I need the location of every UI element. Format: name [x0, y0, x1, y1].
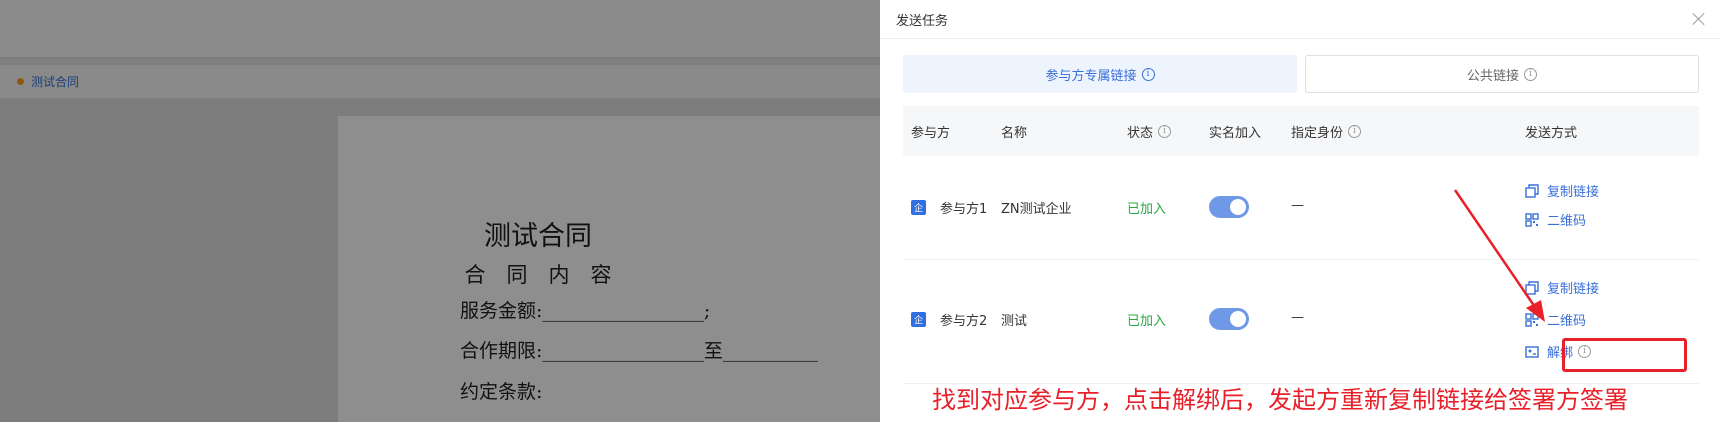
real-name-toggle[interactable] [1209, 196, 1249, 218]
background-tab: 测试合同 [0, 65, 880, 98]
participant-label: 参与方2 [940, 314, 988, 329]
info-icon[interactable]: i [1158, 124, 1172, 138]
copy-link-label: 复制链接 [1547, 185, 1600, 200]
real-name-toggle[interactable] [1209, 308, 1249, 330]
tab-exclusive-link-label: 参与方专属链接 [1045, 68, 1137, 84]
document-line-terms: 约定条款: [460, 381, 543, 403]
unbind-highlight-box [1562, 338, 1687, 372]
info-icon[interactable]: i [1348, 124, 1362, 138]
identity-value: — [1291, 198, 1304, 213]
table-row: 企 参与方1 ZN测试企业 已加入 — 复制链接 二维码 [903, 156, 1699, 260]
real-name-cell [1209, 196, 1249, 218]
tab-status-dot [17, 78, 24, 85]
copy-link-button[interactable]: 复制链接 [1525, 278, 1599, 297]
info-icon[interactable]: i [1141, 67, 1155, 81]
column-identity: 指定身份 i [1291, 122, 1362, 141]
drawer-title: 发送任务 [896, 13, 949, 29]
qrcode-icon [1525, 212, 1539, 227]
qrcode-button[interactable]: 二维码 [1525, 310, 1586, 329]
unbind-icon [1525, 345, 1539, 358]
participant-label: 参与方1 [940, 202, 988, 217]
participant-name: 测试 [1001, 314, 1028, 329]
document-line-amount: 服务金额:_________________; [460, 300, 711, 322]
participant-cell: 企 参与方1 [911, 198, 987, 217]
document-subtitle: 合 同 内 容 [464, 263, 612, 287]
column-status: 状态 i [1127, 122, 1172, 141]
qrcode-icon [1525, 312, 1539, 327]
column-real-name: 实名加入 [1209, 125, 1262, 141]
qrcode-label: 二维码 [1547, 214, 1587, 229]
document-title: 测试合同 [484, 221, 592, 252]
info-icon[interactable]: i [1524, 67, 1537, 81]
close-icon[interactable] [1691, 11, 1707, 27]
column-participant: 参与方 [911, 125, 951, 141]
tab-exclusive-link[interactable]: 参与方专属链接 i [903, 55, 1297, 93]
drawer-header: 发送任务 [880, 0, 1721, 39]
tab-public-link[interactable]: 公共链接 i [1305, 55, 1699, 93]
qrcode-button[interactable]: 二维码 [1525, 210, 1586, 229]
enterprise-icon: 企 [911, 200, 926, 215]
link-tabs: 参与方专属链接 i 公共链接 i [903, 55, 1699, 93]
background-tab-label: 测试合同 [31, 75, 80, 89]
copy-link-button[interactable]: 复制链接 [1525, 181, 1599, 200]
status-badge: 已加入 [1127, 314, 1167, 329]
real-name-cell [1209, 308, 1249, 330]
instruction-text: 找到对应参与方，点击解绑后，发起方重新复制链接给签署方签署 [932, 386, 1628, 414]
background-topbar [0, 0, 880, 58]
enterprise-icon: 企 [911, 312, 926, 327]
table-header: 参与方 名称 状态 i 实名加入 指定身份 i 发送方式 [903, 106, 1699, 156]
copy-icon [1525, 183, 1539, 198]
qrcode-label: 二维码 [1547, 314, 1587, 329]
column-status-label: 状态 [1127, 125, 1154, 141]
status-badge: 已加入 [1127, 202, 1167, 217]
column-identity-label: 指定身份 [1291, 125, 1344, 141]
copy-link-label: 复制链接 [1547, 282, 1600, 297]
participant-name: ZN测试企业 [1001, 202, 1072, 217]
document-line-period: 合作期限:_________________至__________ [460, 340, 818, 362]
column-name: 名称 [1001, 125, 1028, 141]
participant-cell: 企 参与方2 [911, 310, 987, 329]
identity-value: — [1291, 310, 1304, 325]
column-send-method: 发送方式 [1525, 125, 1578, 141]
tab-public-link-label: 公共链接 [1466, 68, 1519, 84]
copy-icon [1525, 280, 1539, 295]
